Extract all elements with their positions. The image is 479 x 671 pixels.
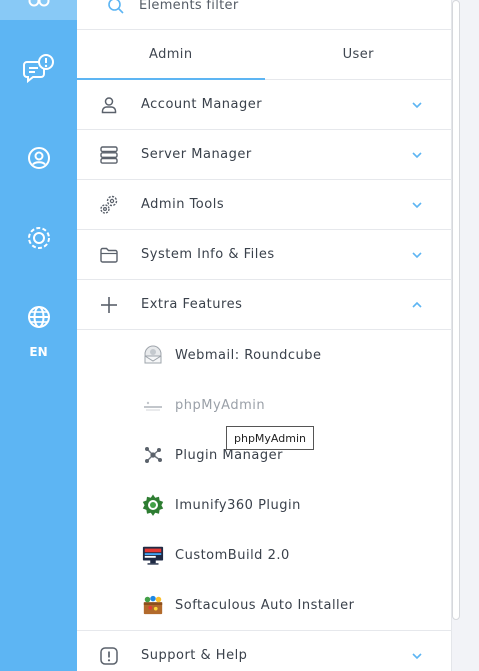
menu-item-label: phpMyAdmin: [175, 397, 266, 413]
chevron-up-icon[interactable]: [382, 301, 452, 309]
menu-item-custombuild[interactable]: CustomBuild 2.0: [77, 530, 452, 580]
section-label: Support & Help: [141, 648, 248, 663]
section-server-manager[interactable]: Server Manager: [77, 130, 452, 180]
folder-icon: [77, 246, 141, 264]
server-icon: [77, 145, 141, 164]
phpmyadmin-tooltip: phpMyAdmin: [226, 426, 314, 450]
section-system-info-files[interactable]: System Info & Files: [77, 230, 452, 280]
globe-icon[interactable]: [0, 305, 77, 329]
left-rail: EN: [0, 0, 77, 671]
chevron-down-icon[interactable]: [382, 151, 452, 159]
section-label: Account Manager: [141, 97, 263, 112]
imunify-icon: [142, 494, 164, 516]
chevron-down-icon[interactable]: [382, 652, 452, 660]
tab-admin[interactable]: Admin: [77, 30, 265, 80]
plugin-icon: [142, 444, 164, 466]
section-label: Admin Tools: [141, 197, 225, 212]
custombuild-icon: [142, 544, 164, 566]
language-label[interactable]: EN: [0, 345, 77, 359]
section-account-manager[interactable]: Account Manager: [77, 80, 452, 130]
menu-item-label: Webmail: Roundcube: [175, 347, 322, 363]
phpmyadmin-icon: [142, 394, 164, 416]
rail-top-item[interactable]: [0, 0, 77, 20]
menu-item-label: Softaculous Auto Installer: [175, 597, 355, 613]
user-circle-icon[interactable]: [0, 146, 77, 170]
chat-alert-icon[interactable]: [0, 52, 77, 88]
role-tabs: Admin User: [77, 30, 452, 80]
chevron-down-icon[interactable]: [382, 101, 452, 109]
section-label: System Info & Files: [141, 247, 275, 262]
menu-item-imunify360-plugin[interactable]: Imunify360 Plugin: [77, 480, 452, 530]
plus-icon: [77, 296, 141, 314]
navigation-panel: Elements filter Admin User Account Manag…: [77, 0, 452, 671]
roundcube-icon: [142, 344, 164, 366]
elements-filter-label: Elements filter: [139, 0, 239, 13]
section-label: Server Manager: [141, 147, 252, 162]
tab-user[interactable]: User: [265, 30, 453, 79]
cogs-icon: [77, 194, 141, 216]
section-support-help[interactable]: Support & Help: [77, 630, 452, 671]
menu-item-phpmyadmin[interactable]: phpMyAdmin: [77, 380, 452, 430]
right-gutter: [461, 0, 479, 671]
menu-item-label: Imunify360 Plugin: [175, 497, 301, 513]
section-extra-features[interactable]: Extra Features: [77, 280, 452, 330]
section-label: Extra Features: [141, 297, 243, 312]
gear-icon[interactable]: [0, 225, 77, 251]
section-admin-tools[interactable]: Admin Tools: [77, 180, 452, 230]
menu-item-label: CustomBuild 2.0: [175, 547, 290, 563]
chevron-down-icon[interactable]: [382, 201, 452, 209]
exclamation-icon: [77, 646, 141, 666]
menu-item-webmail-roundcube[interactable]: Webmail: Roundcube: [77, 330, 452, 380]
chevron-down-icon[interactable]: [382, 251, 452, 259]
search-icon: [108, 0, 124, 14]
elements-filter[interactable]: Elements filter: [77, 0, 452, 30]
top-icon: [0, 0, 77, 10]
menu-item-softaculous[interactable]: Softaculous Auto Installer: [77, 580, 452, 630]
softaculous-icon: [142, 594, 164, 616]
panel-scrollbar[interactable]: [452, 0, 460, 620]
user-icon: [77, 96, 141, 114]
